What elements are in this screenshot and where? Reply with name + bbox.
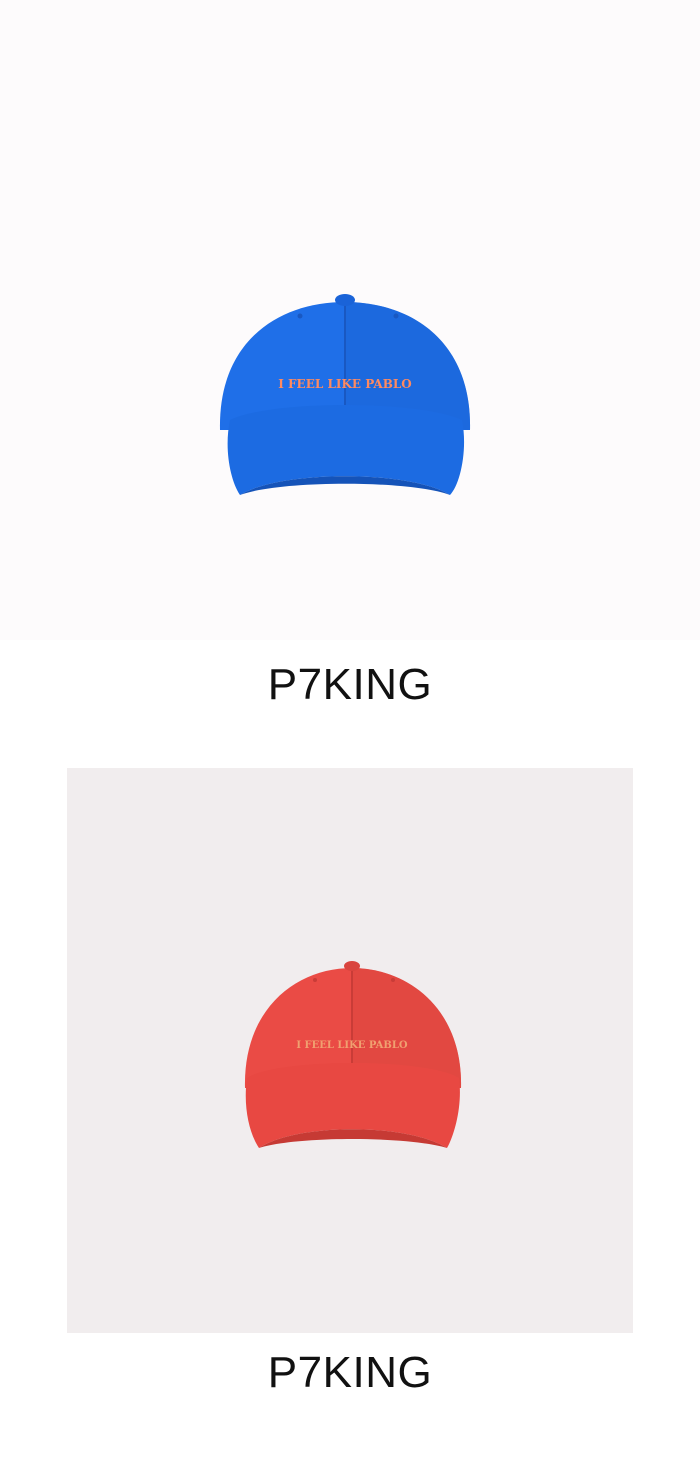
- product-brand-label[interactable]: P7KING: [0, 1348, 700, 1398]
- cap-embroidery-text: I FEEL LIKE PABLO: [278, 377, 412, 391]
- cap-embroidery-text: I FEEL LIKE PABLO: [296, 1040, 408, 1051]
- product-brand-label[interactable]: P7KING: [0, 660, 700, 710]
- product-image-panel-blue[interactable]: I FEEL LIKE PABLO: [0, 0, 700, 640]
- red-cap-image: I FEEL LIKE PABLO: [244, 961, 462, 1148]
- blue-cap-image: I FEEL LIKE PABLO: [219, 294, 471, 495]
- product-image-panel-red[interactable]: I FEEL LIKE PABLO: [67, 768, 633, 1333]
